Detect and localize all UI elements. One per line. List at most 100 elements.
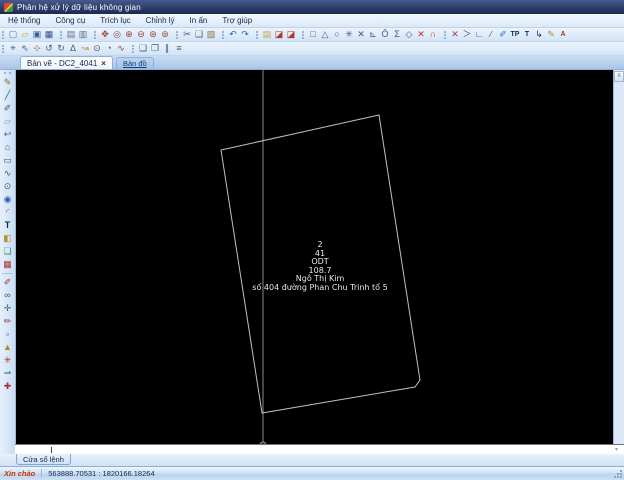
new-document-icon[interactable]: ▢ (7, 29, 19, 41)
paste-icon[interactable]: ▨ (205, 29, 217, 41)
trim-icon[interactable]: ∟ (473, 29, 485, 41)
red-marker-icon[interactable]: ✐ (1, 276, 14, 289)
menu-bar: Hệ thống Công cụ Trích lục Chỉnh lý In ấn Trợ… (0, 14, 624, 28)
draw-triangle-icon[interactable]: △ (319, 29, 331, 41)
zoom-realtime-icon[interactable]: ◎ (111, 29, 123, 41)
angle-tool-icon[interactable]: ∆ (67, 43, 79, 55)
columns-icon[interactable]: ∥ (161, 43, 173, 55)
flatten-icon[interactable]: ▤ (261, 29, 273, 41)
copy-icon[interactable]: ❏ (193, 29, 205, 41)
label-tp-icon[interactable]: TP (509, 29, 521, 41)
draw-rectangle-icon[interactable]: □ (307, 29, 319, 41)
select-plus-icon[interactable]: ⇖ (19, 43, 31, 55)
erase-x-icon[interactable]: ✕ (355, 29, 367, 41)
pan-icon[interactable]: ✥ (99, 29, 111, 41)
draw-diamond-icon[interactable]: ◇ (403, 29, 415, 41)
tab-ban-ve-label: Bản vẽ - DC2_4041 (27, 59, 97, 68)
extend-icon[interactable]: ＞ (461, 29, 473, 41)
center-point-icon[interactable]: ⊙ (91, 43, 103, 55)
draw-star-icon[interactable]: ✳ (343, 29, 355, 41)
eraser-icon[interactable]: ▱ (1, 115, 14, 128)
list-view-icon[interactable]: ≡ (173, 43, 185, 55)
rectangle-icon[interactable]: ▭ (1, 154, 14, 167)
node-snap-icon[interactable]: ⊹ (31, 43, 43, 55)
zoom-out-icon[interactable]: ⊖ (135, 29, 147, 41)
node-edit-icon[interactable]: ✳ (1, 354, 14, 367)
menu-he-thong[interactable]: Hệ thống (8, 16, 40, 25)
brush-tool-icon[interactable]: ✐ (497, 29, 509, 41)
vertex-icon[interactable]: ▫ (1, 328, 14, 341)
sketch-pen-icon[interactable]: ✎ (545, 29, 557, 41)
measure-icon[interactable]: ⇀ (1, 367, 14, 380)
tab-close-icon[interactable]: × (101, 59, 106, 68)
save-icon[interactable]: ▣ (31, 29, 43, 41)
orbit-icon[interactable]: ◔ (103, 43, 115, 55)
curve-tool-icon[interactable]: ↝ (79, 43, 91, 55)
resize-grip[interactable] (614, 470, 622, 478)
sum-area-icon[interactable]: Σ (391, 29, 403, 41)
database-icon[interactable]: ▦ (43, 29, 55, 41)
text-tool-icon[interactable]: T (1, 219, 14, 232)
print-icon[interactable]: ▤ (65, 29, 77, 41)
left-panel-pad (0, 444, 15, 454)
menu-trich-luc[interactable]: Trích lục (100, 16, 130, 25)
zoom-window-icon[interactable]: ⊛ (147, 29, 159, 41)
menu-chinh-ly[interactable]: Chỉnh lý (146, 16, 175, 25)
open-folder-icon[interactable]: ▱ (19, 29, 31, 41)
right-scrollbar-strip[interactable]: ≡ (613, 70, 624, 444)
eye-icon[interactable]: ◉ (1, 193, 14, 206)
zoom-previous-icon[interactable]: ⊚ (159, 29, 171, 41)
text-style-icon[interactable]: A (557, 29, 569, 41)
curve-red-icon[interactable]: ∩ (427, 29, 439, 41)
command-scroll-button[interactable]: ▾ (615, 446, 618, 453)
pick-arrow-icon[interactable]: ↳ (533, 29, 545, 41)
link-icon[interactable]: ∞ (1, 289, 14, 302)
line-icon[interactable]: ╱ (1, 89, 14, 102)
red-pencil-icon[interactable]: ✏ (1, 315, 14, 328)
rotate-cw-icon[interactable]: ↻ (55, 43, 67, 55)
rotate-ccw-icon[interactable]: ↺ (43, 43, 55, 55)
grid-icon[interactable]: ▦ (1, 258, 14, 271)
spline-wave-icon[interactable]: ∿ (1, 167, 14, 180)
menu-cong-cu[interactable]: Công cụ (55, 16, 85, 25)
polygon-icon[interactable]: ⌂ (1, 141, 14, 154)
spline-icon[interactable]: ∿ (115, 43, 127, 55)
arc-icon[interactable]: ◜ (1, 206, 14, 219)
label-t-icon[interactable]: T (521, 29, 533, 41)
cross-plus-icon[interactable]: ✚ (1, 380, 14, 393)
copy-features-icon[interactable]: ❏ (1, 245, 14, 258)
zoom-in-icon[interactable]: ⊕ (123, 29, 135, 41)
line-tool-icon[interactable]: ∕ (485, 29, 497, 41)
cut-icon[interactable]: ✂ (181, 29, 193, 41)
tool-group: ⌖⇖⊹↺↻∆↝⊙◔∿ (0, 43, 130, 55)
delete-red-icon[interactable]: ✕ (415, 29, 427, 41)
toolbar-grip[interactable] (4, 72, 11, 74)
pencil-icon[interactable]: ✎ (1, 76, 14, 89)
perpendicular-icon[interactable]: ⊾ (367, 29, 379, 41)
tab-ban-do[interactable]: Bản đồ (116, 57, 154, 69)
command-input[interactable]: ▾ (15, 444, 624, 454)
undo-arc-icon[interactable]: ↩ (1, 128, 14, 141)
circle-center-icon[interactable]: ⊙ (1, 180, 14, 193)
fill-icon[interactable]: ◧ (1, 232, 14, 245)
offset-icon[interactable]: Ō (379, 29, 391, 41)
fit-view-icon[interactable]: ⌖ (7, 43, 19, 55)
tab-command-window[interactable]: Cửa sổ lệnh (16, 454, 71, 465)
move-icon[interactable]: ✛ (1, 302, 14, 315)
polyline-icon[interactable]: ✐ (1, 102, 14, 115)
draw-circle-icon[interactable]: ○ (331, 29, 343, 41)
layers-off-icon[interactable]: ❐ (149, 43, 161, 55)
vertex-delete-icon[interactable]: ✕ (449, 29, 461, 41)
import-map-icon[interactable]: ◪ (285, 29, 297, 41)
panel-toggle-button[interactable]: ≡ (614, 71, 624, 82)
export-map-icon[interactable]: ◪ (273, 29, 285, 41)
undo-icon[interactable]: ↶ (227, 29, 239, 41)
warning-icon[interactable]: ▲ (1, 341, 14, 354)
tab-ban-ve[interactable]: Bản vẽ - DC2_4041 × (20, 56, 113, 69)
menu-in-an[interactable]: In ấn (190, 16, 208, 25)
map-canvas[interactable]: 241ODT108.7Ngô Thị Kimsố 404 đường Phan … (16, 70, 613, 444)
layers-icon[interactable]: ❏ (137, 43, 149, 55)
print-preview-icon[interactable]: ▥ (77, 29, 89, 41)
menu-tro-giup[interactable]: Trợ giúp (222, 16, 252, 25)
redo-icon[interactable]: ↷ (239, 29, 251, 41)
